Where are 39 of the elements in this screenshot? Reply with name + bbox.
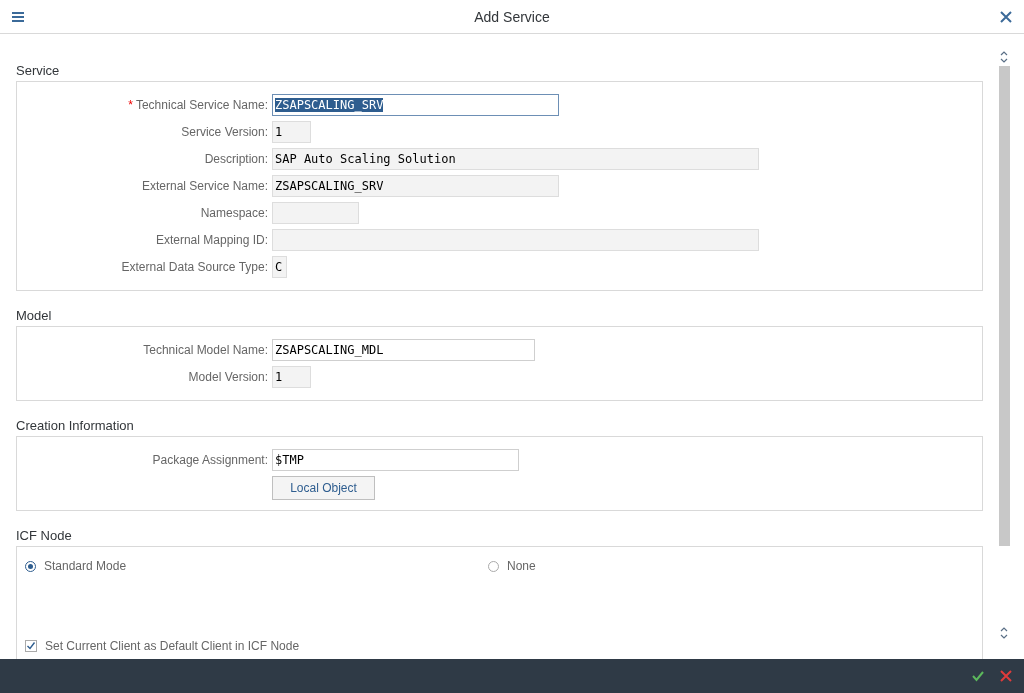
radio-label: Standard Mode [44,559,127,573]
field-label: External Mapping ID: [155,232,268,247]
input-field[interactable]: ZSAPSCALING_SRV [272,93,559,116]
input-field[interactable]: ZSAPSCALING_MDL [272,338,535,361]
field-label: Description: [204,151,268,166]
checkbox-label: Set Current Client as Default Client in ICF Node [45,639,300,653]
radio-button[interactable] [488,560,499,572]
field-label: Namespace: [200,205,268,220]
window-title: Add Service [474,8,550,25]
input-field[interactable] [272,201,359,224]
field-label: Model Version: [188,369,268,384]
scroll-up-icon[interactable] [1000,50,1008,64]
input-field[interactable]: SAP Auto Scaling Solution [272,147,759,170]
input-field[interactable]: C [272,255,287,278]
section-title: ICF Node [16,527,73,545]
check-icon[interactable] [971,669,985,683]
section-title: Model [16,307,53,325]
local-object-button[interactable]: Local Object [272,476,375,500]
close-icon[interactable] [999,669,1013,683]
field-label: Technical Service Name: [135,97,268,112]
field-label: External Service Name: [141,178,268,193]
input-field[interactable] [272,228,759,251]
close-icon[interactable] [998,8,1014,25]
field-label: Package Assignment: [152,452,268,467]
field-label: Service Version: [181,124,268,139]
scroll-down-icon[interactable] [1000,626,1008,640]
section-title: Service [16,62,61,80]
scrollbar-thumb[interactable] [998,66,1010,546]
section-title: Creation Information [16,417,135,435]
radio-button[interactable] [25,560,36,572]
checkbox[interactable] [25,640,37,652]
radio-label: None [507,559,536,573]
input-field[interactable]: 1 [272,365,311,388]
input-field[interactable]: ZSAPSCALING_SRV [272,174,559,197]
input-field[interactable]: 1 [272,120,311,143]
field-label: External Data Source Type: [121,259,268,274]
field-label: Technical Model Name: [143,342,268,357]
required-marker: * [128,97,133,112]
input-field[interactable]: $TMP [272,448,519,471]
